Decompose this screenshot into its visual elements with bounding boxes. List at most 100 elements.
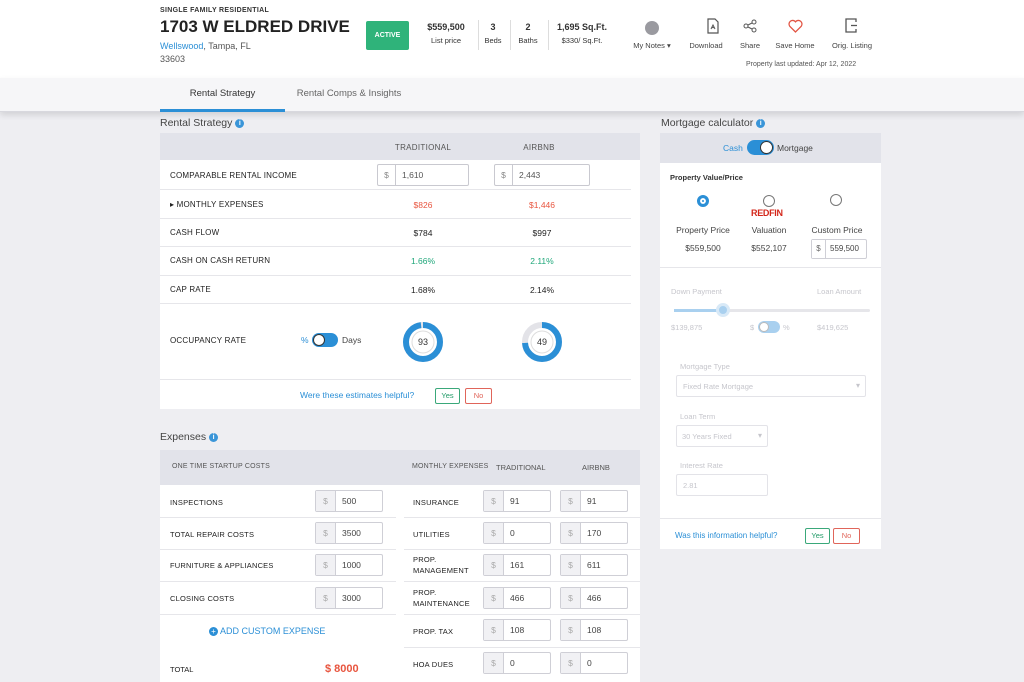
closing-costs-input[interactable]: $3000 — [315, 587, 383, 609]
info-icon[interactable]: i — [235, 119, 245, 128]
yes-button[interactable]: Yes — [805, 528, 830, 544]
notes-icon[interactable] — [645, 21, 659, 35]
rental-table-header: TRADITIONAL AIRBNB — [160, 133, 640, 160]
listing-icon[interactable] — [836, 18, 866, 38]
airbnb-cash-flow: $997 — [532, 228, 552, 238]
table-row: COMPARABLE RENTAL INCOME $1,610 $2,443 — [160, 160, 631, 190]
slider-handle[interactable] — [716, 303, 730, 317]
download-button[interactable]: Download — [688, 41, 724, 50]
chevron-down-icon: ▾ — [855, 381, 860, 390]
repair-costs-input[interactable]: $3500 — [315, 522, 383, 544]
yes-button[interactable]: Yes — [435, 388, 460, 404]
cash-mortgage-toggle[interactable] — [747, 140, 774, 155]
prop-tax-airbnb-input[interactable]: $108 — [560, 619, 628, 641]
airbnb-income-input[interactable]: $2,443 — [494, 164, 590, 186]
hoa-traditional-input[interactable]: $0 — [483, 652, 551, 674]
tab-rental-strategy[interactable]: Rental Strategy — [160, 78, 285, 112]
expenses-table-header: ONE TIME STARTUP COSTS MONTHLY EXPENSES … — [160, 450, 640, 485]
monthly-row: HOA DUES $0 $0 — [404, 648, 640, 682]
neighborhood-link[interactable]: Wellswood — [160, 41, 203, 51]
valuation-radio[interactable] — [763, 195, 775, 207]
table-row: CAP RATE 1.68% 2.14% — [160, 276, 631, 304]
monthly-row: UTILITIES $0 $170 — [404, 518, 640, 550]
currency-symbol: $ — [484, 653, 504, 673]
input-value: 3000 — [342, 593, 361, 603]
plus-icon: + — [209, 627, 218, 636]
share-icon[interactable] — [735, 19, 765, 38]
input-value: 466 — [510, 593, 525, 603]
inspections-input[interactable]: $500 — [315, 490, 383, 512]
airbnb-expenses-value: $1,446 — [529, 200, 555, 210]
property-price-radio[interactable] — [697, 195, 709, 207]
mortgage-calculator-title: Mortgage calculator i — [661, 117, 766, 129]
startup-costs-header: ONE TIME STARTUP COSTS — [172, 463, 271, 470]
dollar-percent-toggle[interactable] — [758, 321, 780, 333]
add-custom-expense-button[interactable]: + ADD CUSTOM EXPENSE — [209, 626, 325, 636]
currency-symbol: $ — [561, 620, 581, 640]
startup-row: INSPECTIONS $500 — [160, 485, 396, 518]
tab-rental-comps[interactable]: Rental Comps & Insights — [289, 78, 409, 112]
dollar-option[interactable]: $ — [750, 323, 754, 332]
startup-label: FURNITURE & APPLIANCES — [170, 561, 274, 570]
table-row[interactable]: ▸ MONTHLY EXPENSES $826 $1,446 — [160, 190, 631, 219]
furniture-input[interactable]: $1000 — [315, 554, 383, 576]
custom-price-radio[interactable] — [830, 194, 842, 206]
occupancy-toggle[interactable] — [312, 333, 338, 347]
input-value: 2,443 — [519, 170, 541, 180]
list-price-label: List price — [430, 36, 461, 45]
maintenance-airbnb-input[interactable]: $466 — [560, 587, 628, 609]
percent-option[interactable]: % — [301, 335, 309, 345]
save-home-button[interactable]: Save Home — [772, 41, 818, 50]
traditional-income-input[interactable]: $1,610 — [377, 164, 469, 186]
currency-symbol: $ — [495, 165, 513, 185]
currency-symbol: $ — [561, 653, 581, 673]
property-value-title: Property Value/Price — [670, 173, 743, 182]
share-button[interactable]: Share — [734, 41, 766, 50]
no-button[interactable]: No — [465, 388, 492, 404]
maintenance-traditional-input[interactable]: $466 — [483, 587, 551, 609]
info-icon[interactable]: i — [756, 119, 766, 128]
input-value: 108 — [510, 625, 525, 635]
input-value: 500 — [342, 496, 357, 506]
custom-price-label: Custom Price — [811, 225, 863, 235]
currency-symbol: $ — [561, 491, 581, 511]
percent-option[interactable]: % — [783, 323, 790, 332]
monthly-expenses-toggle[interactable]: ▸ MONTHLY EXPENSES — [170, 200, 264, 209]
hoa-airbnb-input[interactable]: $0 — [560, 652, 628, 674]
insurance-traditional-input[interactable]: $91 — [483, 490, 551, 512]
airbnb-occupancy-value: 49 — [536, 337, 547, 347]
mortgage-title-label: Mortgage calculator — [661, 117, 754, 129]
info-icon[interactable]: i — [209, 433, 219, 442]
loan-term-label: Loan Term — [680, 412, 716, 421]
interest-rate-label: Interest Rate — [680, 461, 723, 470]
orig-listing-button[interactable]: Orig. Listing — [826, 41, 878, 50]
down-payment-slider[interactable] — [674, 309, 870, 312]
status-badge: ACTIVE — [366, 21, 409, 50]
mortgage-option[interactable]: Mortgage — [777, 143, 813, 153]
cash-option[interactable]: Cash — [723, 143, 743, 153]
management-traditional-input[interactable]: $161 — [483, 554, 551, 576]
utilities-airbnb-input[interactable]: $170 — [560, 522, 628, 544]
currency-symbol: $ — [484, 555, 504, 575]
interest-rate-input[interactable]: 2.81 — [676, 474, 768, 496]
col-airbnb: AIRBNB — [582, 463, 610, 472]
custom-price-input[interactable]: $559,500 — [811, 239, 867, 259]
currency-symbol: $ — [316, 491, 336, 511]
no-button[interactable]: No — [833, 528, 860, 544]
my-notes-button[interactable]: My Notes ▾ — [628, 41, 676, 50]
mortgage-type-select[interactable]: Fixed Rate Mortgage ▾ — [676, 375, 866, 397]
total-label: TOTAL — [170, 665, 194, 674]
heart-icon[interactable] — [780, 19, 810, 38]
startup-label: INSPECTIONS — [170, 498, 224, 507]
loan-term-select[interactable]: 30 Years Fixed ▾ — [676, 425, 768, 447]
download-icon[interactable] — [698, 18, 728, 39]
insurance-airbnb-input[interactable]: $91 — [560, 490, 628, 512]
mortgage-type-value: Fixed Rate Mortgage — [683, 382, 754, 391]
prop-tax-traditional-input[interactable]: $108 — [483, 619, 551, 641]
information-helpful-question: Was this information helpful? — [675, 531, 778, 540]
utilities-traditional-input[interactable]: $0 — [483, 522, 551, 544]
input-value: 91 — [510, 496, 520, 506]
days-option[interactable]: Days — [342, 335, 361, 345]
col-traditional: TRADITIONAL — [496, 463, 546, 472]
management-airbnb-input[interactable]: $611 — [560, 554, 628, 576]
